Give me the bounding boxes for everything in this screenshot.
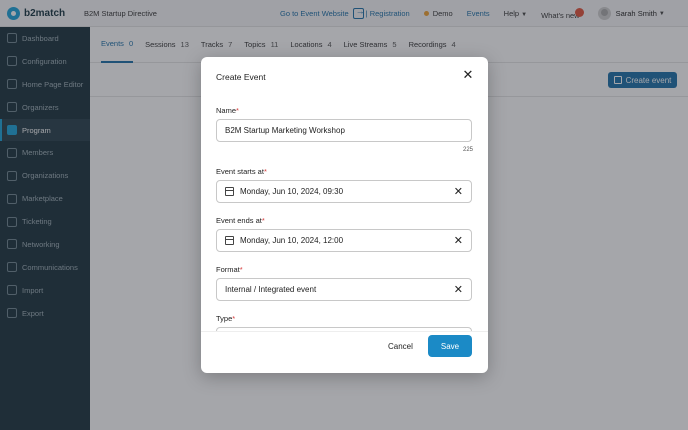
name-value: B2M Startup Marketing Workshop xyxy=(225,126,345,135)
modal-title: Create Event xyxy=(216,72,266,82)
format-label: Format* xyxy=(216,265,243,274)
format-value: Internal / Integrated event xyxy=(225,285,317,294)
ends-label: Event ends at* xyxy=(216,216,265,225)
save-button[interactable]: Save xyxy=(428,335,472,357)
name-label-text: Name xyxy=(216,106,237,115)
format-select[interactable]: Internal / Integrated event ✕ xyxy=(216,278,472,301)
calendar-icon xyxy=(225,187,234,196)
calendar-icon xyxy=(225,236,234,245)
modal-footer-divider xyxy=(201,331,488,332)
close-icon[interactable]: ✕ xyxy=(462,68,474,81)
ends-value: Monday, Jun 10, 2024, 12:00 xyxy=(240,236,344,245)
required-mark: * xyxy=(261,216,265,225)
event-starts-field[interactable]: Monday, Jun 10, 2024, 09:30 ✕ xyxy=(216,180,472,203)
type-label-text: Type xyxy=(216,314,233,323)
starts-label: Event starts at* xyxy=(216,167,267,176)
name-char-count: 225 xyxy=(462,147,473,153)
create-event-modal: Create Event ✕ Name* B2M Startup Marketi… xyxy=(201,57,488,373)
starts-value: Monday, Jun 10, 2024, 09:30 xyxy=(240,187,344,196)
clear-icon[interactable]: ✕ xyxy=(454,186,463,198)
format-label-text: Format xyxy=(216,265,240,274)
required-mark: * xyxy=(236,106,239,115)
event-ends-field[interactable]: Monday, Jun 10, 2024, 12:00 ✕ xyxy=(216,229,472,252)
required-mark: * xyxy=(263,167,267,176)
required-mark: * xyxy=(232,314,236,323)
required-mark: * xyxy=(239,265,243,274)
cancel-button[interactable]: Cancel xyxy=(388,342,413,351)
clear-icon[interactable]: ✕ xyxy=(454,284,463,296)
name-label: Name* xyxy=(216,106,239,115)
name-field[interactable]: B2M Startup Marketing Workshop xyxy=(216,119,472,142)
starts-label-text: Event starts at xyxy=(216,167,264,176)
clear-icon[interactable]: ✕ xyxy=(454,235,463,247)
type-label: Type* xyxy=(216,314,235,323)
ends-label-text: Event ends at xyxy=(216,216,262,225)
